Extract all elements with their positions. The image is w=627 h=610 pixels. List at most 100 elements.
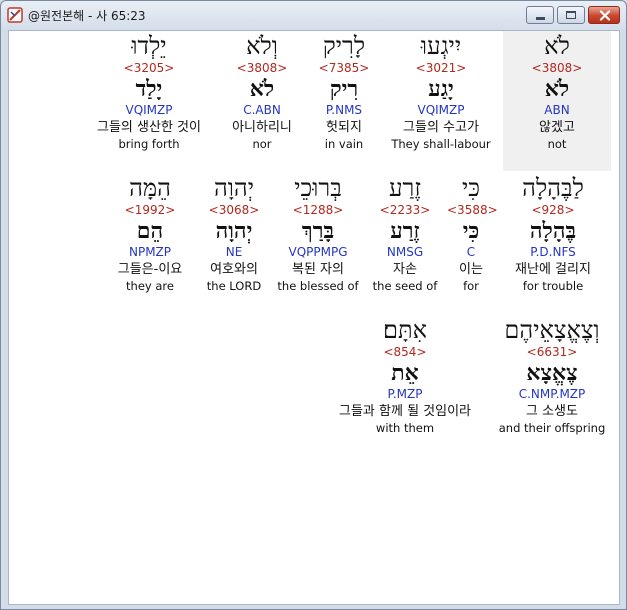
app-window: @원전본해 - 사 65:23 לֹא <3808> לֹא ABN 않겠고 n… bbox=[0, 0, 627, 610]
morphology-code: ABN bbox=[544, 103, 570, 117]
morphology-code: C.NMP.MZP bbox=[518, 387, 586, 401]
korean-gloss: 그 소생도 bbox=[526, 404, 578, 419]
hebrew-word: יְהוָה bbox=[213, 174, 255, 202]
korean-gloss: 자손 bbox=[393, 262, 417, 277]
word-cell[interactable]: לָרִיק <7385> רִיק P.NMS 헛되지 in vain bbox=[309, 31, 379, 152]
strongs-number[interactable]: <1992> bbox=[105, 203, 195, 218]
close-button[interactable] bbox=[588, 6, 620, 24]
title-bar[interactable]: @원전본해 - 사 65:23 bbox=[1, 1, 626, 29]
english-gloss: in vain bbox=[324, 137, 364, 151]
korean-gloss: 복된 자의 bbox=[292, 262, 344, 277]
strongs-number[interactable]: <2233> bbox=[367, 203, 443, 218]
hebrew-word: זֶרַע bbox=[388, 174, 422, 202]
hebrew-word: יִיגְעוּ bbox=[420, 32, 462, 60]
word-cell[interactable]: לַבֶּהָלָה <928> בֶּהָלָה P.D.NFS 재난에 걸리… bbox=[497, 173, 609, 294]
minimize-button[interactable] bbox=[526, 6, 554, 24]
strongs-number[interactable]: <3808> bbox=[503, 61, 611, 76]
korean-gloss: 재난에 걸리지 bbox=[515, 262, 591, 277]
hebrew-word: וְלֹא bbox=[246, 32, 278, 60]
strongs-number[interactable]: <7385> bbox=[309, 61, 379, 76]
hebrew-word: כִּי bbox=[461, 174, 481, 202]
hebrew-word: לַבֶּהָלָה bbox=[522, 174, 584, 202]
morphology-code: VQIMZP bbox=[417, 103, 465, 117]
hebrew-word: לֹא bbox=[544, 32, 570, 60]
korean-gloss: 그들은-이요 bbox=[117, 262, 183, 277]
english-gloss: they are bbox=[126, 279, 174, 293]
morphology-code: NPMZP bbox=[128, 245, 172, 259]
morphology-code: VQPPMPG bbox=[288, 245, 348, 259]
strongs-number[interactable]: <3588> bbox=[447, 203, 498, 218]
hebrew-word: בְּרוּכֵי bbox=[294, 174, 342, 202]
hebrew-lemma: רִיק bbox=[329, 76, 359, 102]
korean-gloss: 않겠고 bbox=[539, 120, 575, 135]
hebrew-word: הֵמָּה bbox=[129, 174, 171, 202]
morphology-code: P.NMS bbox=[325, 103, 363, 117]
strongs-number[interactable]: <928> bbox=[497, 203, 609, 218]
english-gloss: with them bbox=[375, 421, 435, 435]
word-cell[interactable]: וְלֹא <3808> לֹא C.ABN 아니하리니 nor bbox=[219, 31, 305, 152]
english-gloss: and their offspring bbox=[498, 421, 606, 435]
english-gloss: They shall-labour bbox=[391, 137, 491, 151]
english-gloss: nor bbox=[252, 137, 272, 151]
word-cell[interactable]: כִּי <3588> כִּי C 이는 for bbox=[447, 173, 498, 294]
hebrew-lemma: יָגַע bbox=[428, 76, 454, 102]
korean-gloss: 여호와의 bbox=[210, 262, 258, 277]
hebrew-lemma: יָלַד bbox=[135, 76, 163, 102]
hebrew-word: יֵלְדוּ bbox=[131, 32, 167, 60]
hebrew-lemma: לֹא bbox=[544, 76, 570, 102]
hebrew-word: לָרִיק bbox=[322, 32, 366, 60]
morphology-code: VQIMZP bbox=[125, 103, 173, 117]
korean-gloss: 이는 bbox=[459, 262, 483, 277]
hebrew-lemma: בָּרַךְ bbox=[301, 218, 335, 244]
strongs-number[interactable]: <854> bbox=[315, 345, 495, 360]
close-icon bbox=[599, 10, 611, 21]
word-cell[interactable]: לֹא <3808> לֹא ABN 않겠고 not bbox=[503, 31, 611, 171]
morphology-code: C bbox=[466, 245, 476, 259]
korean-gloss: 그들의 생산한 것이 bbox=[97, 120, 201, 135]
hebrew-lemma: זֶרַע bbox=[390, 218, 420, 244]
english-gloss: not bbox=[547, 137, 567, 151]
strongs-number[interactable]: <3205> bbox=[81, 61, 217, 76]
word-cell[interactable]: יִיגְעוּ <3021> יָגַע VQIMZP 그들의 수고가 The… bbox=[381, 31, 501, 152]
morphology-code: NE bbox=[225, 245, 243, 259]
korean-gloss: 그들의 수고가 bbox=[403, 120, 479, 135]
strongs-number[interactable]: <6631> bbox=[489, 345, 615, 360]
hebrew-lemma: צֶאֱצָא bbox=[526, 360, 578, 386]
strongs-number[interactable]: <1288> bbox=[273, 203, 363, 218]
word-cell[interactable]: וְצֶאֱצָאֵיהֶם <6631> צֶאֱצָא C.NMP.MZP … bbox=[489, 315, 615, 436]
hebrew-lemma: אֵת bbox=[391, 360, 419, 386]
english-gloss: the seed of bbox=[372, 279, 438, 293]
hebrew-lemma: בֶּהָלָה bbox=[529, 218, 577, 244]
morphology-code: P.D.NFS bbox=[530, 245, 576, 259]
morphology-code: P.MZP bbox=[387, 387, 423, 401]
hebrew-lemma: לֹא bbox=[249, 76, 275, 102]
korean-gloss: 그들과 함께 될 것임이라 bbox=[339, 404, 471, 419]
english-gloss: the LORD bbox=[206, 279, 262, 293]
korean-gloss: 아니하리니 bbox=[232, 120, 292, 135]
hebrew-lemma: הֵם bbox=[136, 218, 164, 244]
english-gloss: for trouble bbox=[522, 279, 584, 293]
maximize-icon bbox=[566, 11, 576, 19]
hebrew-word: אִתָּם׃ bbox=[382, 316, 427, 344]
hebrew-lemma: יְהוָה bbox=[215, 218, 253, 244]
app-logo-icon bbox=[7, 7, 23, 23]
interlinear-panel: לֹא <3808> לֹא ABN 않겠고 not יִיגְעוּ <302… bbox=[8, 30, 620, 605]
morphology-code: C.ABN bbox=[243, 103, 281, 117]
window-title: @원전본해 - 사 65:23 bbox=[28, 9, 146, 23]
minimize-icon bbox=[536, 17, 545, 20]
strongs-number[interactable]: <3808> bbox=[219, 61, 305, 76]
word-cell[interactable]: יֵלְדוּ <3205> יָלַד VQIMZP 그들의 생산한 것이 b… bbox=[81, 31, 217, 152]
word-cell[interactable]: בְּרוּכֵי <1288> בָּרַךְ VQPPMPG 복된 자의 t… bbox=[273, 173, 363, 294]
word-cell[interactable]: אִתָּם׃ <854> אֵת P.MZP 그들과 함께 될 것임이라 wi… bbox=[315, 315, 495, 436]
hebrew-lemma: כִּי bbox=[462, 218, 480, 244]
word-cell[interactable]: זֶרַע <2233> זֶרַע NMSG 자손 the seed of bbox=[367, 173, 443, 294]
strongs-number[interactable]: <3068> bbox=[199, 203, 269, 218]
english-gloss: bring forth bbox=[118, 137, 180, 151]
english-gloss: for bbox=[463, 279, 479, 293]
word-cell[interactable]: הֵמָּה <1992> הֵם NPMZP 그들은-이요 they are bbox=[105, 173, 195, 294]
maximize-button[interactable] bbox=[557, 6, 585, 24]
korean-gloss: 헛되지 bbox=[326, 120, 362, 135]
word-cell[interactable]: יְהוָה <3068> יְהוָה NE 여호와의 the LORD bbox=[199, 173, 269, 294]
strongs-number[interactable]: <3021> bbox=[381, 61, 501, 76]
morphology-code: NMSG bbox=[386, 245, 424, 259]
